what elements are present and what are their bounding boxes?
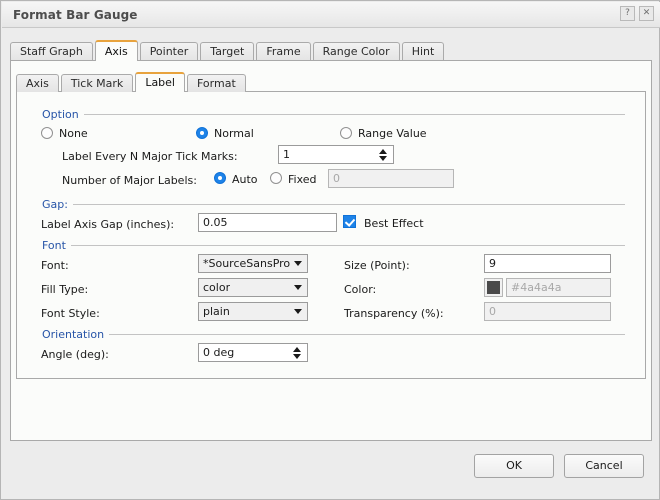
- best-effect-checkbox[interactable]: [343, 215, 356, 228]
- font-combo-value: *SourceSansPro: [203, 257, 291, 270]
- size-point-input[interactable]: 9: [484, 254, 611, 273]
- angle-value: 0 deg: [203, 346, 235, 359]
- orientation-group-divider: [40, 334, 625, 335]
- option-group-divider: [40, 114, 625, 115]
- color-hex-input[interactable]: #4a4a4a: [506, 278, 611, 297]
- font-group-title: Font: [40, 239, 71, 252]
- fixed-value-input[interactable]: 0: [328, 169, 454, 188]
- label-every-n-value: 1: [283, 148, 290, 161]
- fill-type-combo[interactable]: color: [198, 278, 308, 297]
- inner-tab-format[interactable]: Format: [187, 74, 246, 92]
- color-swatch-fill: [487, 281, 500, 294]
- label-tab-panel: Option None Normal Range Value Label Eve…: [16, 91, 646, 379]
- chevron-down-icon[interactable]: [294, 309, 302, 314]
- label-axis-gap-input[interactable]: 0.05: [198, 213, 337, 232]
- tab-frame[interactable]: Frame: [256, 42, 311, 61]
- inner-tab-axis[interactable]: Axis: [16, 74, 59, 92]
- radio-none-label: None: [59, 127, 88, 140]
- inner-tab-tick-mark[interactable]: Tick Mark: [60, 74, 134, 92]
- tab-pointer[interactable]: Pointer: [139, 42, 199, 61]
- close-icon[interactable]: ✕: [639, 6, 654, 21]
- fill-type-combo-value: color: [203, 281, 231, 294]
- radio-normal[interactable]: [196, 127, 208, 139]
- orientation-group: Orientation Angle (deg): 0 deg: [40, 328, 625, 366]
- ok-button[interactable]: OK: [474, 454, 554, 478]
- font-group: Font Font: *SourceSansPro Fill Type: col…: [40, 239, 625, 325]
- title-bar: Format Bar Gauge ? ✕: [2, 2, 660, 28]
- radio-fixed[interactable]: [270, 172, 282, 184]
- spinner-up-icon[interactable]: [379, 149, 387, 154]
- angle-spinner[interactable]: 0 deg: [198, 343, 308, 362]
- cancel-button[interactable]: Cancel: [564, 454, 644, 478]
- color-swatch[interactable]: [484, 278, 503, 297]
- radio-range-value[interactable]: [340, 127, 352, 139]
- label-every-n-spinner[interactable]: 1: [278, 145, 394, 164]
- font-style-combo-value: plain: [203, 305, 230, 318]
- radio-fixed-label: Fixed: [288, 173, 317, 186]
- tab-staff-graph[interactable]: Staff Graph: [10, 42, 93, 61]
- tab-target[interactable]: Target: [200, 42, 255, 61]
- transparency-label: Transparency (%):: [344, 307, 444, 320]
- transparency-input[interactable]: 0: [484, 302, 611, 321]
- label-axis-gap-label: Label Axis Gap (inches):: [41, 218, 175, 231]
- chevron-down-icon[interactable]: [294, 285, 302, 290]
- best-effect-label: Best Effect: [364, 217, 424, 230]
- outer-tab-strip: Staff Graph Axis Pointer Target Frame Ra…: [10, 40, 445, 61]
- font-style-label: Font Style:: [41, 307, 100, 320]
- window-controls: ? ✕: [620, 6, 654, 21]
- size-point-label: Size (Point):: [344, 259, 410, 272]
- fill-type-label: Fill Type:: [41, 283, 89, 296]
- inner-tab-label[interactable]: Label: [135, 72, 185, 92]
- color-label: Color:: [344, 283, 377, 296]
- orientation-group-title: Orientation: [40, 328, 110, 341]
- number-major-labels-label: Number of Major Labels:: [62, 174, 197, 187]
- radio-none[interactable]: [41, 127, 53, 139]
- help-icon[interactable]: ?: [620, 6, 635, 21]
- font-group-divider: [40, 245, 625, 246]
- radio-normal-label: Normal: [214, 127, 254, 140]
- tab-axis[interactable]: Axis: [94, 40, 138, 61]
- option-group-title: Option: [40, 108, 84, 121]
- font-style-combo[interactable]: plain: [198, 302, 308, 321]
- window-title: Format Bar Gauge: [13, 8, 138, 22]
- chevron-down-icon[interactable]: [294, 261, 302, 266]
- inner-tab-strip: Axis Tick Mark Label Format: [16, 72, 246, 92]
- gap-group: Gap: Label Axis Gap (inches): 0.05 Best …: [40, 198, 625, 236]
- angle-label: Angle (deg):: [41, 348, 109, 361]
- radio-auto-label: Auto: [232, 173, 258, 186]
- radio-auto[interactable]: [214, 172, 226, 184]
- spinner-down-icon[interactable]: [293, 354, 301, 359]
- tab-hint[interactable]: Hint: [401, 42, 445, 61]
- gap-group-divider: [40, 204, 625, 205]
- format-bar-gauge-dialog: Format Bar Gauge ? ✕ Staff Graph Axis Po…: [0, 0, 660, 500]
- radio-range-value-label: Range Value: [358, 127, 427, 140]
- font-combo[interactable]: *SourceSansPro: [198, 254, 308, 273]
- label-every-n-label: Label Every N Major Tick Marks:: [62, 150, 238, 163]
- font-label: Font:: [41, 259, 69, 272]
- tab-range-color[interactable]: Range Color: [312, 42, 400, 61]
- option-group: Option None Normal Range Value Label Eve…: [40, 108, 625, 196]
- spinner-down-icon[interactable]: [379, 156, 387, 161]
- gap-group-title: Gap:: [40, 198, 73, 211]
- spinner-up-icon[interactable]: [293, 347, 301, 352]
